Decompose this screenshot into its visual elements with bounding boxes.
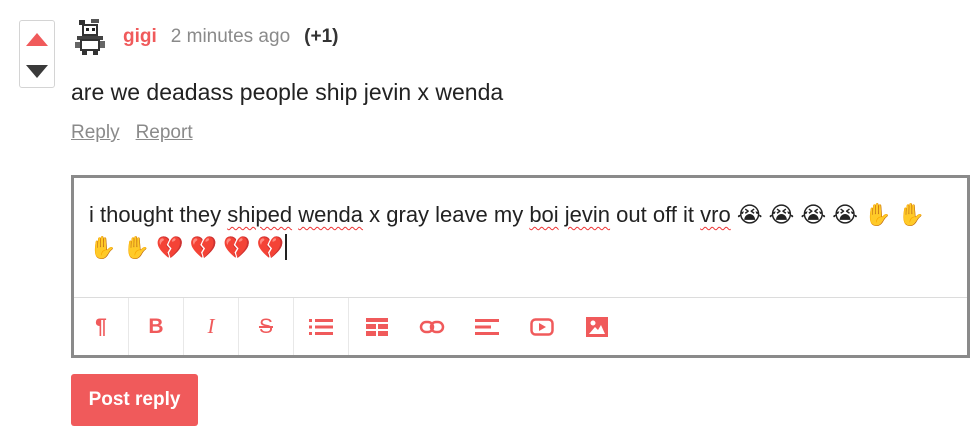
text-caret bbox=[284, 234, 287, 260]
comment-body: are we deadass people ship jevin x wenda bbox=[71, 79, 504, 105]
strikethrough-button[interactable]: S bbox=[239, 298, 294, 355]
misspelled-word: wenda bbox=[298, 202, 364, 227]
reply-editor[interactable]: i thought they shiped wenda x gray leave… bbox=[71, 175, 970, 358]
username[interactable]: gigi bbox=[123, 26, 157, 48]
post-reply-button[interactable]: Post reply bbox=[71, 374, 198, 426]
editor-toolbar: ¶ B I S bbox=[74, 297, 967, 355]
reply-link[interactable]: Reply bbox=[71, 122, 120, 144]
avatar bbox=[73, 18, 107, 56]
misspelled-word: shiped bbox=[227, 202, 293, 227]
editor-text-segment: x gray leave my bbox=[363, 202, 530, 227]
timestamp: 2 minutes ago bbox=[170, 26, 291, 47]
align-icon bbox=[474, 318, 499, 335]
strikethrough-icon: S bbox=[258, 314, 273, 338]
upvote-icon[interactable] bbox=[26, 33, 48, 46]
link-icon bbox=[419, 320, 444, 333]
link-button[interactable] bbox=[404, 298, 459, 355]
italic-button[interactable]: I bbox=[184, 298, 239, 355]
bullet-list-button[interactable] bbox=[294, 298, 349, 355]
paragraph-button[interactable]: ¶ bbox=[74, 298, 129, 355]
misspelled-word: boi bbox=[529, 202, 559, 227]
image-icon bbox=[585, 316, 608, 337]
downvote-icon[interactable] bbox=[26, 65, 48, 78]
comment-meta: gigi 2 minutes ago (+1) bbox=[123, 26, 338, 54]
bullet-list-icon bbox=[309, 318, 333, 335]
editor-text-segment: i thought they bbox=[89, 202, 228, 227]
image-button[interactable] bbox=[569, 298, 624, 355]
reply-textarea[interactable]: i thought they shiped wenda x gray leave… bbox=[89, 198, 955, 264]
align-button[interactable] bbox=[459, 298, 514, 355]
vote-control bbox=[19, 20, 55, 88]
bold-button[interactable]: B bbox=[129, 298, 184, 355]
table-icon bbox=[365, 317, 388, 336]
video-icon bbox=[529, 317, 554, 336]
italic-icon: I bbox=[207, 314, 215, 338]
report-link[interactable]: Report bbox=[136, 122, 193, 144]
video-button[interactable] bbox=[514, 298, 569, 355]
misspelled-word: jevin bbox=[564, 202, 611, 227]
score: (+1) bbox=[304, 26, 339, 47]
comment-actions: Reply Report bbox=[71, 122, 193, 144]
bold-icon: B bbox=[148, 314, 164, 338]
misspelled-word: vro bbox=[700, 202, 731, 227]
editor-text-segment: out off it bbox=[610, 202, 701, 227]
paragraph-icon: ¶ bbox=[95, 314, 107, 338]
table-button[interactable] bbox=[349, 298, 404, 355]
